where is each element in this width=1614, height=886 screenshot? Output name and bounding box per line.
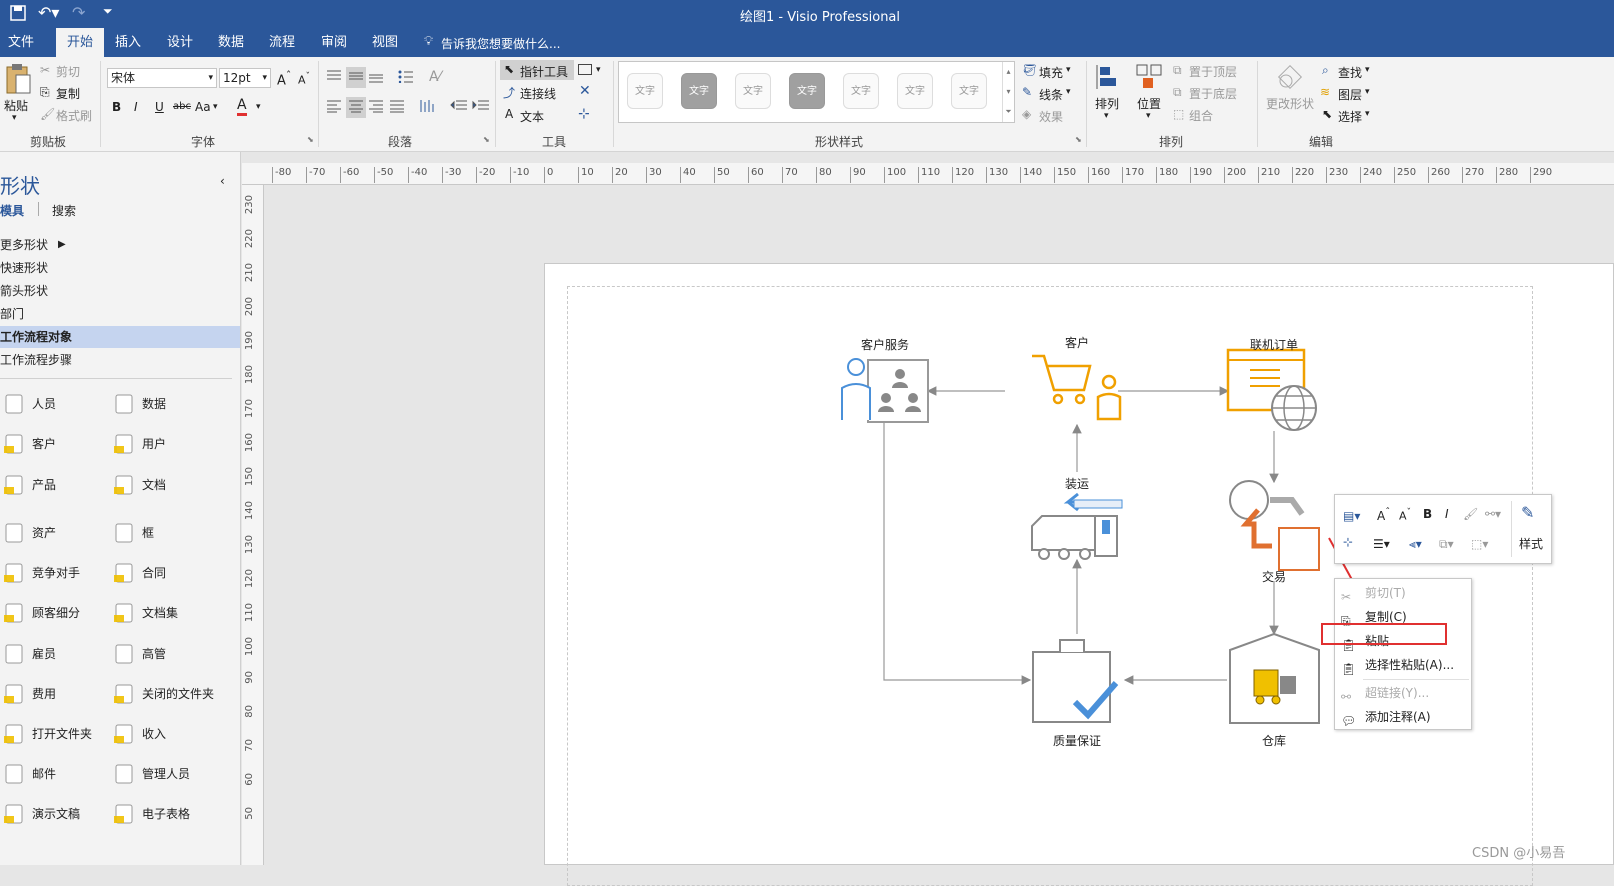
customer-service-shape — [841, 358, 929, 423]
styles-button[interactable]: 样式 — [1519, 535, 1543, 552]
paste-special-icon: 📋︎ — [1341, 662, 1357, 676]
position-icon[interactable]: ⫷▾ — [1409, 537, 1422, 552]
quality-assurance-shape — [1032, 639, 1119, 723]
cut-icon: ✂ — [1341, 590, 1352, 604]
menu-item-paste-special[interactable]: 📋︎ 选择性粘贴(A)... — [1335, 653, 1471, 677]
label-online-order: 联机订单 — [1249, 338, 1298, 352]
styles-icon[interactable]: ✎ — [1521, 503, 1534, 522]
format-painter-icon[interactable]: 🖌︎ — [1463, 507, 1478, 521]
grow-font-icon[interactable]: Aˆ — [1377, 507, 1390, 523]
connector-service-to-quality — [883, 421, 1032, 685]
label-customer: 客户 — [1064, 336, 1089, 350]
menu-item-label: 超链接(Y)... — [1365, 686, 1430, 700]
menu-item-add-comment[interactable]: 💬︎ 添加注释(A) — [1335, 705, 1471, 729]
connection-point-icon[interactable]: ⊹ — [1343, 535, 1353, 549]
menu-item-label: 剪切(T) — [1365, 586, 1406, 600]
label-shipping: 装运 — [1064, 477, 1089, 491]
online-order-shape — [1226, 348, 1317, 431]
text-block-icon[interactable]: ▤▾ — [1343, 509, 1360, 523]
warehouse-shape — [1229, 632, 1320, 724]
group-icon[interactable]: ⬚▾ — [1471, 537, 1488, 551]
menu-item-hyperlink[interactable]: ⚯ 超链接(Y)... — [1335, 681, 1471, 705]
workflow-diagram — [841, 348, 1373, 724]
menu-item-label: 复制(C) — [1365, 610, 1407, 624]
menu-item-cut[interactable]: ✂ 剪切(T) — [1335, 581, 1471, 605]
link-icon[interactable]: ⚯▾ — [1485, 507, 1501, 521]
comment-icon: 💬︎ — [1341, 714, 1357, 728]
highlight-box — [1321, 623, 1447, 645]
divider — [1363, 679, 1469, 680]
customer-shape — [1032, 354, 1122, 421]
italic-icon[interactable]: I — [1445, 507, 1449, 521]
label-warehouse: 仓库 — [1261, 734, 1286, 748]
context-menu: ✂ 剪切(T) ⎘ 复制(C) 📋︎ 粘贴 📋︎ 选择性粘贴(A)... ⚯ 超链接(Y)… — [1334, 578, 1472, 730]
label-customer-service: 客户服务 — [860, 338, 909, 352]
menu-item-label: 添加注释(A) — [1365, 710, 1431, 724]
watermark: CSDN @小易吾 — [1472, 846, 1566, 861]
shipping-shape — [1031, 492, 1123, 560]
transaction-shape — [1229, 480, 1320, 571]
divider — [1511, 501, 1512, 557]
label-transaction: 交易 — [1261, 570, 1286, 584]
label-quality: 质量保证 — [1052, 734, 1101, 748]
shrink-font-icon[interactable]: Aˇ — [1399, 507, 1411, 523]
bring-front-icon[interactable]: ⧉▾ — [1439, 537, 1454, 552]
menu-item-label: 选择性粘贴(A)... — [1365, 658, 1455, 672]
mini-toolbar: ▤▾ Aˆ Aˇ B I 🖌︎ ⚯▾ ✎ 样式 ⊹ ☰▾ ⫷▾ ⧉▾ ⬚▾ — [1334, 494, 1552, 564]
bold-icon[interactable]: B — [1423, 507, 1432, 521]
link-icon: ⚯ — [1341, 690, 1352, 704]
line-style-icon[interactable]: ☰▾ — [1373, 537, 1390, 551]
